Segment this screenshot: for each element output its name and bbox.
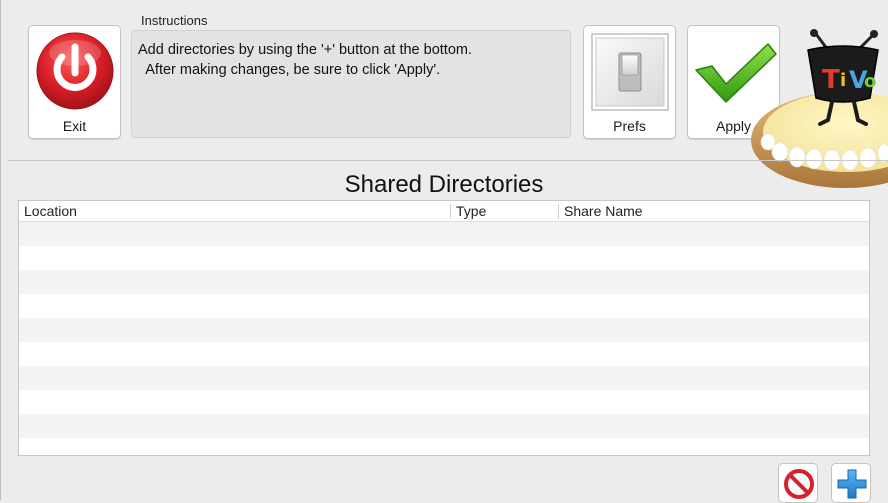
table-row[interactable]	[19, 294, 869, 318]
table-row[interactable]	[19, 246, 869, 270]
window-edge	[0, 0, 1, 500]
no-entry-icon	[784, 469, 814, 499]
tivo-pie-logo: T i V o	[751, 29, 888, 188]
table-row[interactable]	[19, 438, 869, 455]
table-row[interactable]	[19, 222, 869, 246]
column-divider	[450, 204, 451, 219]
svg-text:o: o	[864, 71, 876, 92]
remove-directory-button[interactable]	[778, 463, 818, 503]
plus-icon	[837, 469, 867, 499]
svg-text:i: i	[840, 70, 846, 91]
table-row[interactable]	[19, 414, 869, 438]
svg-text:T: T	[822, 65, 840, 95]
instructions-line-2: After making changes, be sure to click '…	[138, 62, 441, 78]
table-row[interactable]	[19, 270, 869, 294]
section-separator	[8, 160, 888, 161]
table-row[interactable]	[19, 342, 869, 366]
table-row[interactable]	[19, 390, 869, 414]
column-header-location[interactable]: Location	[24, 203, 77, 219]
toggle-switch-icon	[591, 33, 669, 111]
shared-directories-title: Shared Directories	[344, 171, 544, 198]
column-divider	[558, 204, 559, 219]
add-directory-button[interactable]	[831, 463, 871, 503]
prefs-button[interactable]: Prefs	[583, 25, 676, 139]
table-header: Location Type Share Name	[19, 201, 869, 222]
column-header-type[interactable]: Type	[456, 203, 486, 219]
column-header-share-name[interactable]: Share Name	[564, 203, 643, 219]
instructions-label: Instructions	[141, 13, 208, 28]
table-body	[19, 222, 869, 455]
shared-directories-table[interactable]: Location Type Share Name	[18, 200, 870, 456]
instructions-line-1: Add directories by using the '+' button …	[138, 42, 473, 58]
prefs-button-label: Prefs	[613, 118, 646, 134]
exit-button-label: Exit	[62, 118, 87, 134]
power-icon	[36, 32, 114, 110]
exit-button[interactable]: Exit	[28, 25, 121, 139]
table-row[interactable]	[19, 318, 869, 342]
instructions-box: Add directories by using the '+' button …	[131, 30, 571, 138]
table-row[interactable]	[19, 366, 869, 390]
